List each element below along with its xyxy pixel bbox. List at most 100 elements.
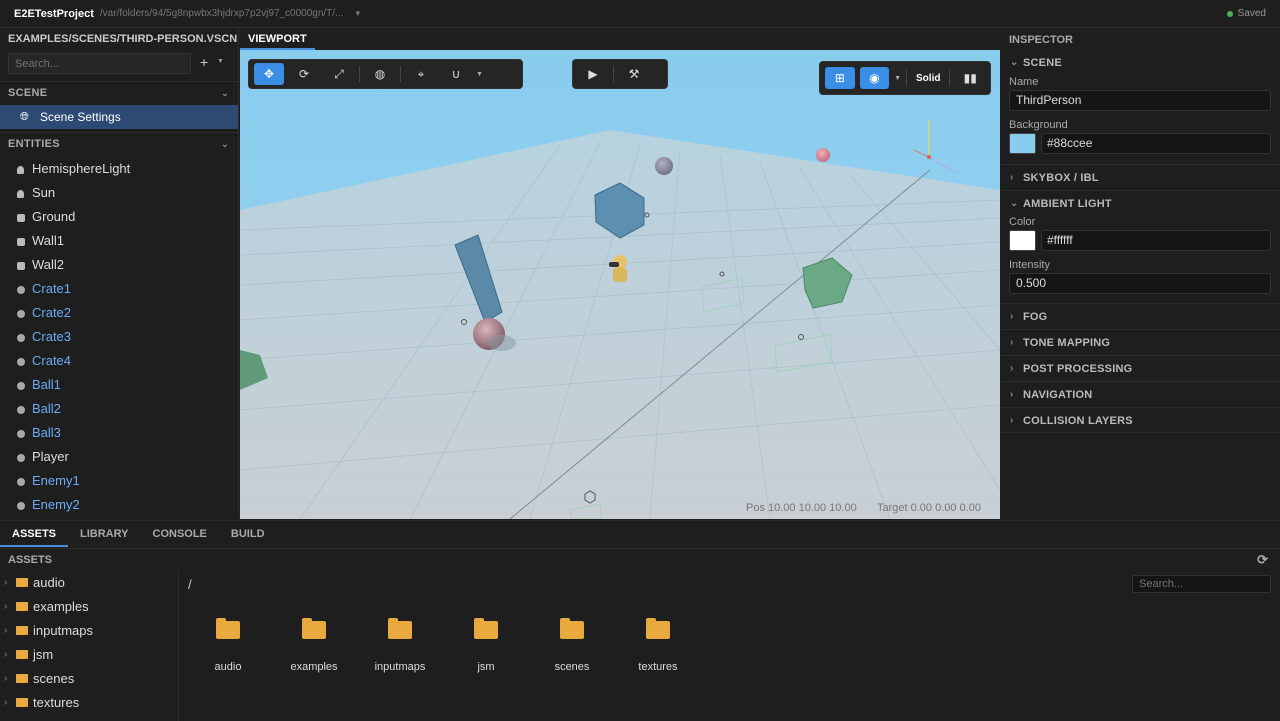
- scale-tool-button[interactable]: ⤢: [324, 63, 354, 85]
- folder-tile[interactable]: inputmaps: [357, 618, 443, 673]
- toolbar-divider: [359, 66, 360, 82]
- entity-item[interactable]: Enemy1: [0, 469, 238, 493]
- entity-item[interactable]: Wall1: [0, 229, 238, 253]
- world-space-button[interactable]: ◍: [365, 63, 395, 85]
- chevron-right-icon[interactable]: ›: [4, 571, 7, 595]
- tree-folder-item[interactable]: › jsm: [0, 643, 178, 667]
- entity-item[interactable]: Crate2: [0, 301, 238, 325]
- background-color-swatch[interactable]: [1009, 133, 1036, 154]
- prefab-icon: [17, 430, 25, 438]
- visibility-eye-button[interactable]: ◉: [859, 67, 890, 89]
- tree-folder-item[interactable]: › inputmaps: [0, 619, 178, 643]
- entity-item[interactable]: Ball3: [0, 421, 238, 445]
- post-processing-section-toggle[interactable]: › POST PROCESSING: [1001, 355, 1280, 381]
- stats-chart-button[interactable]: ▮▮: [955, 67, 985, 89]
- folder-tile[interactable]: audio: [185, 618, 271, 673]
- background-label: Background: [1009, 119, 1068, 131]
- camera-position-readout: Pos 10.00 10.00 10.00: [746, 502, 857, 514]
- entity-item[interactable]: Wall2: [0, 253, 238, 277]
- hierarchy-panel: EXAMPLES/SCENES/THIRD-PERSON.VSCN + ▼ SC…: [0, 29, 239, 519]
- tab-assets[interactable]: ASSETS: [0, 521, 69, 547]
- entity-item[interactable]: Crate1: [0, 277, 238, 301]
- assets-header: ASSETS ⟳: [0, 548, 1280, 570]
- chevron-right-icon[interactable]: ›: [4, 595, 7, 619]
- pivot-button[interactable]: ⌖: [406, 63, 436, 85]
- entity-label: Sun: [32, 185, 56, 200]
- entity-item[interactable]: Player: [0, 445, 238, 469]
- prefab-icon: [17, 310, 25, 318]
- hierarchy-search-input[interactable]: [8, 53, 191, 74]
- ball-object[interactable]: [655, 157, 673, 175]
- fog-section-toggle[interactable]: › FOG: [1001, 303, 1280, 329]
- ambient-color-swatch[interactable]: [1009, 230, 1036, 251]
- scene-file-tab[interactable]: EXAMPLES/SCENES/THIRD-PERSON.VSCN: [0, 29, 238, 49]
- build-hammer-button[interactable]: ⚒: [619, 63, 649, 85]
- entity-item[interactable]: Crate4: [0, 349, 238, 373]
- project-path[interactable]: /var/folders/94/5g8npwbx3hjdrxp7p2vj97_c…: [100, 8, 350, 19]
- render-mode-button[interactable]: Solid: [912, 73, 944, 84]
- tone-mapping-section-toggle[interactable]: › TONE MAPPING: [1001, 329, 1280, 355]
- asset-search-input[interactable]: [1132, 575, 1271, 593]
- chevron-down-icon: ⌄: [1010, 57, 1019, 68]
- tree-folder-item[interactable]: › examples: [0, 595, 178, 619]
- breadcrumb[interactable]: /: [188, 577, 192, 592]
- chevron-down-icon[interactable]: ▼: [894, 75, 901, 82]
- navigation-section-toggle[interactable]: › NAVIGATION: [1001, 381, 1280, 407]
- status-dot-icon: [1226, 10, 1233, 17]
- entity-label: Crate2: [32, 305, 72, 320]
- tree-folder-item[interactable]: › textures: [0, 691, 178, 715]
- ambient-color-field[interactable]: #ffffff: [1041, 230, 1271, 251]
- chevron-right-icon: ›: [1010, 415, 1014, 426]
- intensity-field[interactable]: 0.500: [1009, 273, 1271, 294]
- ball-object[interactable]: [816, 148, 830, 162]
- scene-section-header[interactable]: SCENE ⌄: [0, 81, 238, 103]
- camera-target-readout: Target 0.00 0.00 0.00: [877, 502, 981, 514]
- chevron-down-icon[interactable]: ▼: [354, 9, 362, 18]
- move-tool-button[interactable]: ✥: [254, 63, 284, 85]
- folder-tile[interactable]: textures: [615, 618, 701, 673]
- cube-icon: [17, 262, 25, 270]
- folder-tile[interactable]: examples: [271, 618, 357, 673]
- rotate-tool-button[interactable]: ⟳: [289, 63, 319, 85]
- entity-item[interactable]: Enemy2: [0, 493, 238, 517]
- chevron-right-icon[interactable]: ›: [4, 691, 7, 715]
- refresh-icon[interactable]: ⟳: [1257, 549, 1268, 571]
- collision-layers-section-toggle[interactable]: › COLLISION LAYERS: [1001, 407, 1280, 433]
- folder-tile[interactable]: jsm: [443, 618, 529, 673]
- entity-item[interactable]: Ground: [0, 205, 238, 229]
- entity-label: Enemy2: [32, 497, 80, 512]
- entity-item[interactable]: Sun: [0, 181, 238, 205]
- entity-item[interactable]: Ball2: [0, 397, 238, 421]
- name-field[interactable]: ThirdPerson: [1009, 90, 1271, 111]
- folder-icon: [16, 674, 28, 683]
- add-entity-button[interactable]: +: [200, 54, 208, 70]
- tab-library[interactable]: LIBRARY: [68, 521, 140, 547]
- scene-settings-item[interactable]: 🌐︎ Scene Settings: [0, 105, 238, 129]
- scene-section-toggle[interactable]: ⌄ SCENE: [1001, 50, 1280, 76]
- snap-magnet-button[interactable]: ∪: [441, 63, 471, 85]
- tree-folder-item[interactable]: › audio: [0, 571, 178, 595]
- tab-console[interactable]: CONSOLE: [141, 521, 219, 547]
- entity-item[interactable]: HemisphereLight: [0, 157, 238, 181]
- folder-tile[interactable]: scenes: [529, 618, 615, 673]
- toolbar-divider: [949, 70, 951, 86]
- chevron-right-icon[interactable]: ›: [4, 667, 7, 691]
- grid-toggle-button[interactable]: ⊞: [825, 67, 855, 89]
- bottom-tabs: ASSETS LIBRARY CONSOLE BUILD: [0, 521, 277, 547]
- entities-section-header[interactable]: ENTITIES ⌄: [0, 132, 238, 154]
- skybox-section-toggle[interactable]: › SKYBOX / IBL: [1001, 164, 1280, 190]
- background-color-field[interactable]: #88ccee: [1041, 133, 1271, 154]
- tab-build[interactable]: BUILD: [219, 521, 277, 547]
- chevron-right-icon[interactable]: ›: [4, 643, 7, 667]
- entity-item[interactable]: Crate3: [0, 325, 238, 349]
- scene-canvas[interactable]: [240, 50, 1000, 519]
- ambient-light-section-toggle[interactable]: ⌄ AMBIENT LIGHT: [1001, 190, 1280, 216]
- tree-folder-item[interactable]: › scenes: [0, 667, 178, 691]
- chevron-down-icon[interactable]: ▼: [476, 71, 483, 78]
- chevron-right-icon[interactable]: ›: [4, 619, 7, 643]
- chevron-down-icon[interactable]: ▼: [217, 58, 224, 65]
- entity-label: Wall2: [32, 257, 65, 272]
- play-button[interactable]: ▶: [578, 63, 608, 85]
- tab-viewport[interactable]: VIEWPORT: [240, 29, 315, 50]
- entity-item[interactable]: Ball1: [0, 373, 238, 397]
